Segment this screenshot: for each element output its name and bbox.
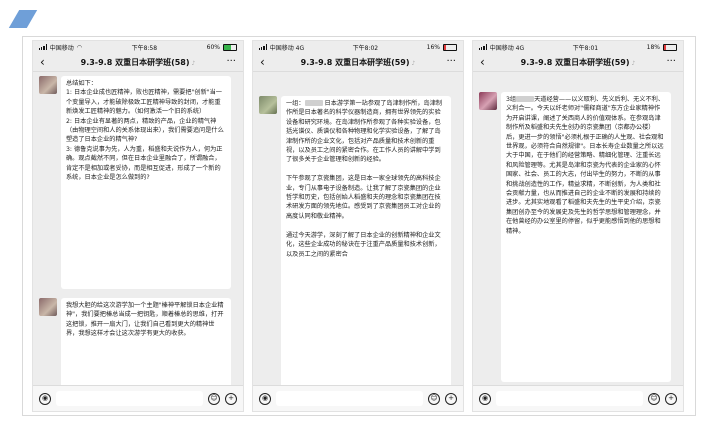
message-item: 3组 天道经营——以义取利、先义后利、无义不利、义利合一。今天以纤老师对"儒释商道… <box>479 92 671 382</box>
battery-percent: 60% <box>206 43 220 51</box>
mute-bell-icon: ♪ <box>411 59 416 67</box>
signal-icon <box>39 44 47 50</box>
redacted-name <box>304 100 323 106</box>
emoji-icon[interactable]: ☺ <box>648 392 660 405</box>
battery-icon <box>662 43 677 51</box>
chat-header: ‹ 9.3-9.8 双重日本研学班(58) ♪ ··· <box>33 53 243 72</box>
message-list[interactable]: 一组： 日本游学第一站参观了岛津制作所，岛津制作所是日本著名的科学仪器制造商，拥… <box>253 72 463 385</box>
signal-icon <box>479 44 487 50</box>
battery-percent: 16% <box>426 43 440 51</box>
message-item: 一组： 日本游学第一站参观了岛津制作所，岛津制作所是日本著名的科学仪器制造商，拥… <box>259 96 451 385</box>
message-bubble[interactable]: 一组： 日本游学第一站参观了岛津制作所，岛津制作所是日本著名的科学仪器制造商，拥… <box>281 96 451 385</box>
avatar[interactable] <box>479 92 497 110</box>
battery-percent: 18% <box>646 43 660 51</box>
message-input[interactable] <box>496 391 643 406</box>
emoji-icon[interactable]: ☺ <box>428 392 440 405</box>
chat-screen-1: 中国移动 ◠ 下午8:58 60% ‹ 9.3-9.8 双重日本研学班(58) ♪… <box>32 40 244 412</box>
more-options-icon[interactable]: ··· <box>222 57 236 67</box>
plus-icon[interactable]: + <box>665 392 677 405</box>
carrier-label: 中国移动 4G <box>489 44 525 52</box>
message-bubble[interactable]: 3组 天道经营——以义取利、先义后利、无义不利、义利合一。今天以纤老师对"儒释商道… <box>501 92 671 382</box>
redacted-name <box>516 96 535 102</box>
message-item: 我想大胆的给这次游学加一个主题"榛神平解锁日本企业精神"，我们要把榛总当成一把钥… <box>39 298 231 385</box>
message-bubble[interactable]: 总结如下： 1: 日本企业成也匠精神，败也匠精神，需要把"创新"当一个变量导入，… <box>61 76 231 289</box>
message-input[interactable] <box>276 391 423 406</box>
status-bar: 中国移动 ◠ 下午8:58 60% <box>33 41 243 53</box>
plus-icon[interactable]: + <box>225 392 237 405</box>
status-bar: 中国移动 4G 下午8:02 16% <box>253 41 463 53</box>
emoji-icon[interactable]: ☺ <box>208 392 220 405</box>
avatar[interactable] <box>39 298 57 316</box>
back-arrow-icon[interactable]: ‹ <box>480 56 494 68</box>
more-options-icon[interactable]: ··· <box>662 57 676 67</box>
wifi-icon: ◠ <box>76 43 83 51</box>
decorative-corner-mark <box>8 10 38 28</box>
clock-label: 下午8:58 <box>131 44 158 52</box>
back-arrow-icon[interactable]: ‹ <box>260 56 274 68</box>
chat-screen-2: 中国移动 4G 下午8:02 16% ‹ 9.3-9.8 双重日本研学班(59)… <box>252 40 464 412</box>
message-list[interactable]: 3组 天道经营——以义取利、先义后利、无义不利、义利合一。今天以纤老师对"儒释商道… <box>473 72 683 385</box>
plus-icon[interactable]: + <box>445 392 457 405</box>
message-list[interactable]: 总结如下： 1: 日本企业成也匠精神，败也匠精神，需要把"创新"当一个变量导入，… <box>33 72 243 385</box>
voice-icon[interactable]: ◉ <box>479 392 491 405</box>
message-input[interactable] <box>56 391 203 406</box>
back-arrow-icon[interactable]: ‹ <box>40 56 54 68</box>
chat-header: ‹ 9.3-9.8 双重日本研学班(59) ♪ ··· <box>473 53 683 72</box>
chat-screen-3: 中国移动 4G 下午8:01 18% ‹ 9.3-9.8 双重日本研学班(59)… <box>472 40 684 412</box>
signal-icon <box>259 44 267 50</box>
message-item: 总结如下： 1: 日本企业成也匠精神，败也匠精神，需要把"创新"当一个变量导入，… <box>39 76 231 289</box>
input-bar: ◉ ☺ + <box>473 385 683 411</box>
message-bubble[interactable]: 我想大胆的给这次游学加一个主题"榛神平解锁日本企业精神"，我们要把榛总当成一把钥… <box>61 298 231 385</box>
clock-label: 下午8:01 <box>572 44 599 52</box>
voice-icon[interactable]: ◉ <box>259 392 271 405</box>
input-bar: ◉ ☺ + <box>33 385 243 411</box>
battery-icon <box>442 43 457 51</box>
mute-bell-icon: ♪ <box>631 59 636 67</box>
clock-label: 下午8:02 <box>352 44 379 52</box>
avatar[interactable] <box>259 96 277 114</box>
avatar[interactable] <box>39 76 57 94</box>
chat-title: 9.3-9.8 双重日本研学班(58) ♪ <box>80 57 196 67</box>
status-bar: 中国移动 4G 下午8:01 18% <box>473 41 683 53</box>
carrier-label: 中国移动 4G <box>269 44 305 52</box>
mute-bell-icon: ♪ <box>191 59 196 67</box>
chat-title: 9.3-9.8 双重日本研学班(59) ♪ <box>520 57 636 67</box>
chat-header: ‹ 9.3-9.8 双重日本研学班(59) ♪ ··· <box>253 53 463 72</box>
carrier-label: 中国移动 <box>49 44 74 52</box>
more-options-icon[interactable]: ··· <box>442 57 456 67</box>
input-bar: ◉ ☺ + <box>253 385 463 411</box>
battery-icon <box>223 43 237 51</box>
chat-title: 9.3-9.8 双重日本研学班(59) ♪ <box>300 57 416 67</box>
voice-icon[interactable]: ◉ <box>39 392 51 405</box>
